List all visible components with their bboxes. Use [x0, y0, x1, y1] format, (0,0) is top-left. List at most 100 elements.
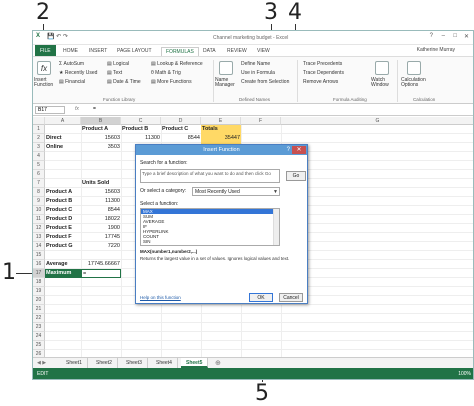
watch-window-button[interactable]: Watch Window: [371, 78, 393, 88]
row-header[interactable]: 5: [33, 161, 45, 170]
close-button[interactable]: ✕: [464, 33, 469, 40]
insert-function-icon[interactable]: fx: [37, 61, 51, 75]
go-button[interactable]: Go: [286, 171, 306, 181]
row-header[interactable]: 21: [33, 305, 45, 314]
name-box[interactable]: B17: [35, 106, 65, 114]
insert-function-button[interactable]: Insert Function: [34, 78, 56, 88]
select-all[interactable]: [33, 117, 45, 125]
user-name[interactable]: Katherine Murray: [417, 47, 455, 53]
cell-product-label[interactable]: Product B: [45, 197, 81, 206]
tab-view[interactable]: VIEW: [253, 47, 274, 56]
trace-dependents-button[interactable]: Trace Dependents: [303, 70, 344, 76]
remove-arrows-button[interactable]: Remove Arrows: [303, 79, 338, 85]
function-search-input[interactable]: Type a brief description of what you wan…: [140, 169, 280, 183]
column-header[interactable]: C: [121, 117, 161, 125]
cell-b7[interactable]: Units Sold: [81, 179, 121, 188]
cell-units[interactable]: 18022: [81, 215, 121, 224]
cell-b3[interactable]: 3503: [81, 143, 121, 152]
define-name-button[interactable]: Define Name: [241, 61, 270, 67]
cell-units[interactable]: 11300: [81, 197, 121, 206]
row-header[interactable]: 19: [33, 287, 45, 296]
row-header[interactable]: 9: [33, 197, 45, 206]
sheet-tab[interactable]: Sheet3: [121, 358, 148, 368]
more-functions-button[interactable]: ▤ More Functions: [151, 79, 192, 85]
tab-page-layout[interactable]: PAGE LAYOUT: [113, 47, 156, 56]
logical-button[interactable]: ▤ Logical: [107, 61, 129, 67]
cancel-button[interactable]: Cancel: [279, 293, 303, 302]
cell-units[interactable]: 15603: [81, 188, 121, 197]
sheet-nav-icon[interactable]: ◀ ▶: [37, 360, 46, 366]
help-on-function-link[interactable]: Help on this function: [140, 295, 181, 300]
calculator-icon[interactable]: [407, 61, 421, 75]
tab-review[interactable]: REVIEW: [223, 47, 251, 56]
cell-b16[interactable]: 17745.66667: [81, 260, 121, 269]
row-header[interactable]: 20: [33, 296, 45, 305]
row-header[interactable]: 23: [33, 323, 45, 332]
quick-access-toolbar[interactable]: 💾 ↶ ↷: [47, 33, 68, 40]
row-header[interactable]: 16: [33, 260, 45, 269]
row-header[interactable]: 25: [33, 341, 45, 350]
cell-e2[interactable]: 35447: [201, 134, 241, 143]
trace-precedents-button[interactable]: Trace Precedents: [303, 61, 342, 67]
help-button[interactable]: ?: [430, 33, 433, 39]
cell-c1[interactable]: Product B: [121, 125, 161, 134]
row-header[interactable]: 7: [33, 179, 45, 188]
row-header[interactable]: 24: [33, 332, 45, 341]
cell-product-label[interactable]: Product D: [45, 215, 81, 224]
autosum-button[interactable]: Σ AutoSum: [59, 61, 84, 67]
row-header[interactable]: 12: [33, 224, 45, 233]
cell-product-label[interactable]: Product C: [45, 206, 81, 215]
category-select[interactable]: Most Recently Used ▼: [192, 187, 280, 196]
column-header[interactable]: F: [241, 117, 281, 125]
cell-d2[interactable]: 8544: [161, 134, 201, 143]
use-in-formula-button[interactable]: Use in Formula: [241, 70, 275, 76]
cell-units[interactable]: 7220: [81, 242, 121, 251]
recently-used-button[interactable]: ★ Recently Used: [59, 70, 97, 76]
cell-units[interactable]: 8544: [81, 206, 121, 215]
tab-formulas[interactable]: FORMULAS: [161, 47, 199, 56]
minimize-button[interactable]: –: [442, 33, 445, 39]
sheet-tab[interactable]: Sheet4: [151, 358, 178, 368]
sheet-tab[interactable]: Sheet1: [61, 358, 88, 368]
sheet-tab-active[interactable]: Sheet5: [181, 358, 209, 368]
cell-b1[interactable]: Product A: [81, 125, 121, 134]
tab-insert[interactable]: INSERT: [85, 47, 111, 56]
cell-a16[interactable]: Average: [45, 260, 81, 269]
row-header[interactable]: 22: [33, 314, 45, 323]
row-header[interactable]: 4: [33, 152, 45, 161]
calc-options-button[interactable]: Calculation Options: [401, 78, 431, 88]
ok-button[interactable]: OK: [249, 293, 273, 302]
row-header[interactable]: 8: [33, 188, 45, 197]
date-time-button[interactable]: ▤ Date & Time: [107, 79, 141, 85]
cell-units[interactable]: 1900: [81, 224, 121, 233]
row-header[interactable]: 6: [33, 170, 45, 179]
dialog-close-button[interactable]: ✕: [292, 146, 306, 154]
cell-c2[interactable]: 11300: [121, 134, 161, 143]
row-header[interactable]: 11: [33, 215, 45, 224]
lookup-button[interactable]: ▤ Lookup & Reference: [151, 61, 203, 67]
cell-product-label[interactable]: Product A: [45, 188, 81, 197]
row-header[interactable]: 18: [33, 278, 45, 287]
row-header[interactable]: 13: [33, 233, 45, 242]
text-button[interactable]: ▤ Text: [107, 70, 122, 76]
name-manager-icon[interactable]: [219, 61, 233, 75]
column-header[interactable]: G: [281, 117, 473, 125]
row-header[interactable]: 3: [33, 143, 45, 152]
function-list[interactable]: MAX SUM AVERAGE IF HYPERLINK COUNT SIN: [140, 208, 280, 246]
cell-e1[interactable]: Totals: [201, 125, 241, 134]
cell-product-label[interactable]: Product F: [45, 233, 81, 242]
create-from-selection-button[interactable]: Create from Selection: [241, 79, 289, 85]
tab-file[interactable]: FILE: [35, 45, 56, 56]
tab-home[interactable]: HOME: [59, 47, 82, 56]
restore-button[interactable]: □: [453, 33, 457, 39]
cell-d1[interactable]: Product C: [161, 125, 201, 134]
dialog-help-icon[interactable]: ?: [287, 145, 290, 155]
cell-a17[interactable]: Maximum: [45, 269, 81, 278]
fx-icon[interactable]: fx: [75, 106, 79, 112]
formula-input[interactable]: =: [93, 106, 96, 112]
cell-units[interactable]: 17745: [81, 233, 121, 242]
add-sheet-icon[interactable]: ⊕: [215, 359, 221, 367]
cell-a3[interactable]: Online: [45, 143, 81, 152]
financial-button[interactable]: ▤ Financial: [59, 79, 85, 85]
name-manager-button[interactable]: Name Manager: [215, 78, 239, 88]
